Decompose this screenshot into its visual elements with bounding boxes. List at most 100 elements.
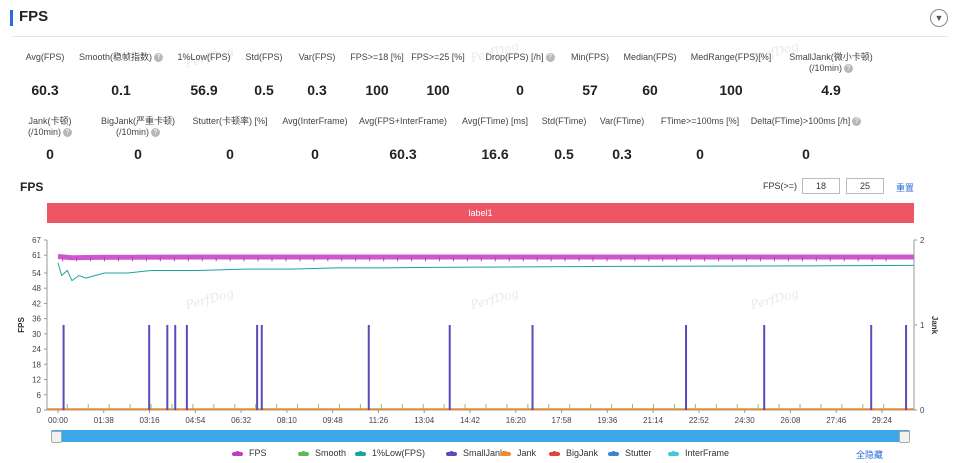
help-icon[interactable]: ?	[852, 117, 862, 127]
legend-swatch	[355, 450, 366, 456]
x-tick-label: 14:42	[460, 416, 481, 425]
legend-swatch	[232, 450, 243, 456]
stat-label-text: Avg(InterFrame)	[282, 116, 348, 126]
series-1pct-low-line	[57, 262, 915, 282]
x-tick-label: 24:30	[735, 416, 756, 425]
legend-label: Smooth	[315, 448, 347, 458]
legend-swatch	[446, 450, 457, 456]
divider	[12, 36, 948, 37]
y-tick-label: 42	[32, 299, 41, 308]
stat-label-text: Avg(FPS)	[25, 52, 65, 62]
legend-label: 1%Low(FPS)	[372, 448, 426, 458]
x-tick-label: 11:26	[369, 416, 389, 425]
y2-axis-title: Jank	[930, 316, 939, 335]
legend-item-smalljank[interactable]: SmallJank	[446, 448, 505, 458]
y-tick-label: 6	[37, 391, 42, 400]
legend-item-stutter[interactable]: Stutter	[608, 448, 652, 458]
legend-item-fps[interactable]: FPS	[232, 448, 267, 458]
x-tick-label: 26:08	[780, 416, 801, 425]
y-tick-label: 0	[37, 406, 42, 415]
row1-stat: SmallJank(微小卡顿) (/10min)? 4.9	[771, 52, 891, 98]
y-tick-label: 18	[32, 360, 41, 369]
x-tick-label: 00:00	[48, 416, 69, 425]
legend-item-bigjank[interactable]: BigJank	[549, 448, 598, 458]
hide-all-button[interactable]: 全隐藏	[856, 448, 883, 461]
x-tick-label: 27:46	[826, 416, 847, 425]
x-tick-label: 13:04	[414, 416, 435, 425]
stat-label-unit: (/10min)	[27, 127, 61, 137]
x-tick-label: 09:48	[323, 416, 344, 425]
legend-swatch	[500, 450, 511, 456]
legend-item-1-low-fps-[interactable]: 1%Low(FPS)	[355, 448, 425, 458]
y-tick-label: 54	[32, 269, 41, 278]
y-tick-label: 67	[32, 236, 41, 245]
stat-label-line2: (/10min)?	[771, 63, 891, 74]
y-tick-label: 36	[32, 315, 41, 324]
title-accent	[10, 10, 13, 26]
stat-value: 0	[696, 146, 704, 162]
chart-title: FPS	[20, 180, 44, 194]
y-tick-label: 12	[32, 376, 41, 385]
legend-label: Stutter	[625, 448, 652, 458]
y-tick-label: 24	[32, 345, 41, 354]
stat-label-text: Median(FPS)	[623, 52, 677, 62]
y-axis-title: FPS	[17, 317, 26, 333]
x-tick-label: 03:16	[140, 416, 161, 425]
x-tick-label: 01:38	[94, 416, 115, 425]
stat-label-text: Var(FTime)	[599, 116, 645, 126]
threshold-high-input[interactable]	[846, 178, 884, 194]
threshold-low-input[interactable]	[802, 178, 840, 194]
x-tick-label: 17:58	[552, 416, 573, 425]
range-handle-right[interactable]	[899, 431, 910, 443]
x-tick-label: 22:52	[689, 416, 710, 425]
y-tick-label: 48	[32, 284, 41, 293]
legend-label: SmallJank	[463, 448, 505, 458]
legend-swatch	[549, 450, 560, 456]
stat-label-text: BigJank(严重卡顿)	[100, 116, 175, 126]
legend-label: InterFrame	[685, 448, 730, 458]
legend-item-smooth[interactable]: Smooth	[298, 448, 346, 458]
panel-header: FPS ▼	[0, 0, 960, 34]
stat-label-text: Jank(卡顿)	[28, 116, 72, 126]
y2-tick-label: 0	[920, 406, 925, 415]
legend-label: FPS	[249, 448, 267, 458]
chevron-down-icon[interactable]: ▼	[930, 9, 948, 27]
legend-swatch	[668, 450, 679, 456]
stat-label-unit: (/10min)	[115, 127, 149, 137]
y2-tick-label: 2	[920, 236, 925, 245]
help-icon[interactable]: ?	[63, 128, 72, 138]
stat-label-unit: (/10min)	[808, 63, 842, 73]
stat-label-text: SmallJank(微小卡顿)	[789, 52, 873, 62]
fps-chart[interactable]: 0612182430364248546167012FPS Jank00:00 01:…	[0, 228, 960, 428]
legend-swatch	[298, 450, 309, 456]
time-range-scrollbar[interactable]	[51, 430, 910, 442]
legend-item-jank[interactable]: Jank	[500, 448, 536, 458]
stat-value: 4.9	[821, 82, 841, 98]
stat-value: 0	[802, 146, 810, 162]
stat-label: Delta(FTime)>100ms [/h]?	[746, 116, 866, 127]
stat-label-text: FPS>=25 [%]	[411, 52, 465, 62]
x-tick-label: 19:36	[597, 416, 618, 425]
range-handle-left[interactable]	[51, 431, 62, 443]
stat-label: SmallJank(微小卡顿)	[771, 52, 891, 63]
stat-label-text: Delta(FTime)>100ms [/h]	[750, 116, 851, 126]
x-tick-label: 16:20	[506, 416, 527, 425]
x-tick-label: 08:10	[277, 416, 298, 425]
legend-item-interframe[interactable]: InterFrame	[668, 448, 729, 458]
stat-label-text: Smooth(稳帧指数)	[78, 52, 152, 62]
y-tick-label: 61	[32, 251, 41, 260]
stat-label-text: FTime>=100ms [%]	[660, 116, 740, 126]
legend-label: BigJank	[566, 448, 599, 458]
y2-tick-label: 1	[920, 321, 925, 330]
chart-legend: FPS Smooth 1%Low(FPS) SmallJank Jank BigJank S…	[0, 448, 960, 462]
reset-button[interactable]: 重置	[896, 181, 914, 194]
help-icon[interactable]: ?	[151, 128, 160, 138]
x-tick-label: 21:14	[643, 416, 664, 425]
legend-label: Jank	[517, 448, 537, 458]
label-bar[interactable]: label1	[47, 203, 914, 223]
y-tick-label: 30	[32, 330, 41, 339]
stat-label-text: MedRange(FPS)[%]	[690, 52, 772, 62]
series-fps-line	[57, 254, 914, 261]
help-icon[interactable]: ?	[844, 64, 853, 74]
